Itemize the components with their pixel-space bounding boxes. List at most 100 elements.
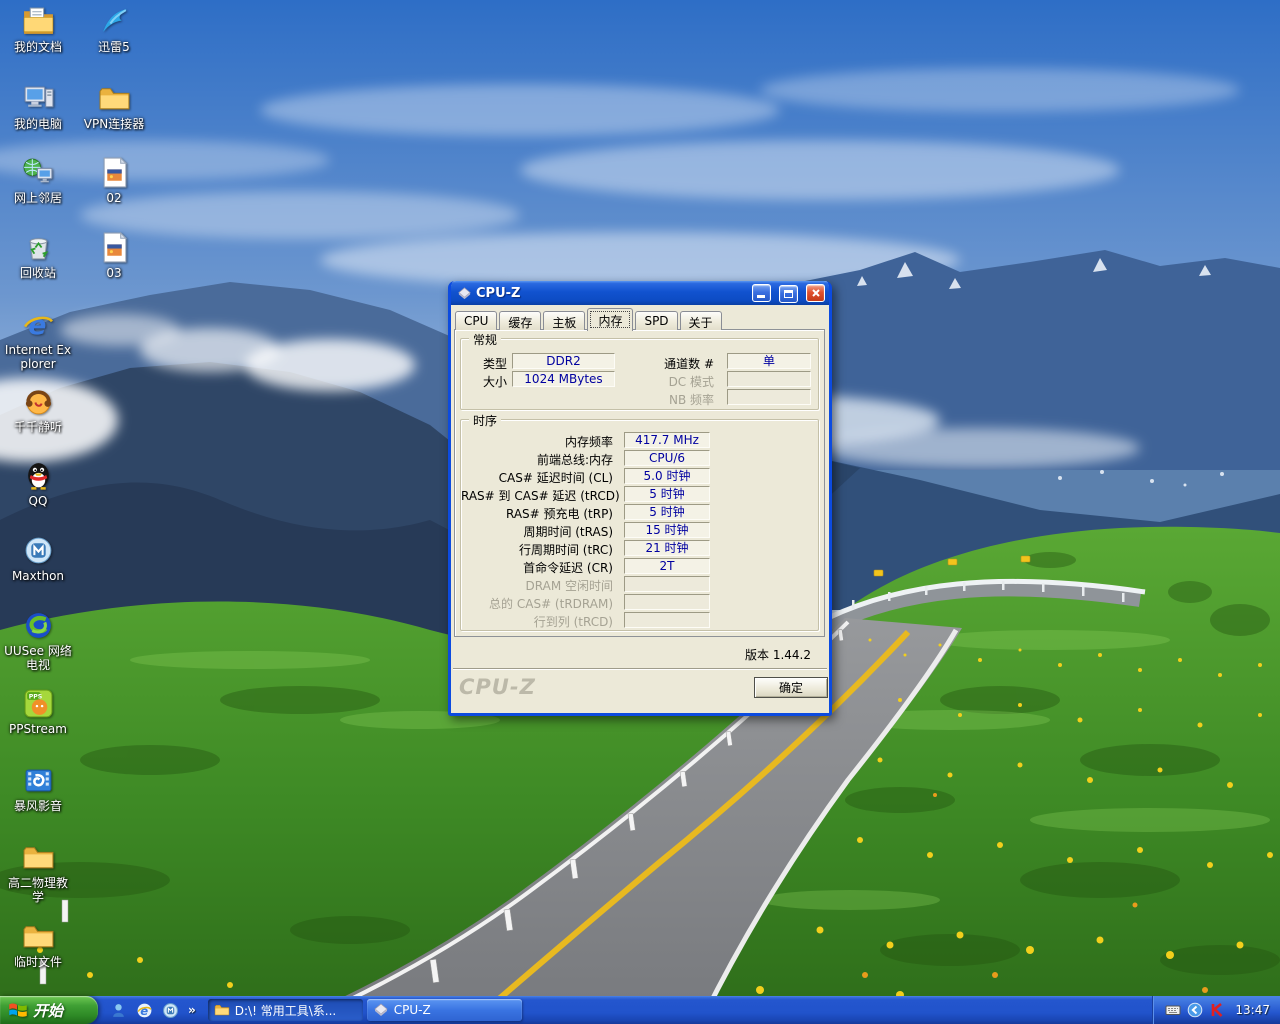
desktop-icon-vpn-folder[interactable]: VPN连接器 bbox=[79, 82, 149, 131]
tab-memory[interactable]: 内存 bbox=[587, 308, 633, 331]
storm-player-icon bbox=[22, 764, 55, 797]
input-method-keyboard-icon[interactable] bbox=[1165, 1002, 1181, 1018]
footer-divider bbox=[453, 668, 827, 670]
uusee-icon bbox=[22, 609, 55, 642]
timing-row: RAS# 预充电 (tRP)5 时钟 bbox=[461, 504, 818, 520]
ppstream-icon bbox=[22, 687, 55, 720]
desktop-icon-ppstream[interactable]: PPStream bbox=[3, 687, 73, 736]
desktop-icon-recycle-bin[interactable]: 回收站 bbox=[3, 231, 73, 280]
thunder-icon bbox=[98, 5, 131, 38]
timing-row-disabled: 总的 CAS# (tRDRAM) bbox=[461, 594, 818, 610]
desktop-icon-label: 高二物理教学 bbox=[3, 876, 73, 904]
tab-cpu[interactable]: CPU bbox=[455, 311, 497, 330]
window-title: CPU-Z bbox=[476, 286, 749, 301]
desktop-icon-image-02[interactable]: 02 bbox=[79, 156, 149, 205]
my-documents-icon bbox=[22, 5, 55, 38]
desktop-icon-label: 千千静听 bbox=[3, 420, 73, 434]
taskbar-button-label: D:\! 常用工具\系... bbox=[235, 1002, 336, 1019]
close-icon bbox=[811, 288, 821, 298]
desktop-icon-label: PPStream bbox=[3, 722, 73, 736]
desktop-icon-label: UUSee 网络电视 bbox=[3, 644, 73, 672]
desktop-icon-image-03[interactable]: 03 bbox=[79, 231, 149, 280]
cpuz-app-icon[interactable] bbox=[457, 286, 472, 301]
timing-value-field: CPU/6 bbox=[624, 450, 710, 466]
memory-tab-panel: 常规 类型 DDR2 通道数 # 单 大小 1024 MBytes DC 模式 … bbox=[454, 329, 825, 637]
title-bar[interactable]: CPU-Z bbox=[451, 281, 829, 305]
system-tray: 13:47 bbox=[1152, 996, 1280, 1024]
desktop-icon-ttplayer[interactable]: 千千静听 bbox=[3, 385, 73, 434]
timing-row: RAS# 到 CAS# 延迟 (tRCD)5 时钟 bbox=[461, 486, 818, 502]
timing-row-disabled: 行到列 (tRCD) bbox=[461, 612, 818, 628]
tab-spd[interactable]: SPD bbox=[635, 311, 677, 330]
image-file-icon bbox=[98, 156, 131, 189]
timing-row: 内存频率417.7 MHz bbox=[461, 432, 818, 448]
start-label: 开始 bbox=[33, 1000, 63, 1021]
quick-launch-more-chevron[interactable]: » bbox=[188, 1003, 196, 1017]
maxthon-icon[interactable] bbox=[162, 1002, 179, 1019]
desktop-icon-thunder[interactable]: 迅雷5 bbox=[79, 5, 149, 54]
image-file-icon bbox=[98, 231, 131, 264]
desktop-icon-label: Internet Explorer bbox=[3, 343, 73, 371]
timings-group-label: 时序 bbox=[469, 412, 501, 429]
close-button[interactable] bbox=[806, 284, 825, 302]
desktop-icon-network-places[interactable]: 网上邻居 bbox=[3, 156, 73, 205]
taskbar: 开始 » D:\! 常用工具\系... CPU-Z 13:47 bbox=[0, 996, 1280, 1024]
timing-row: 行周期时间 (tRC)21 时钟 bbox=[461, 540, 818, 556]
desktop-icon-label: 02 bbox=[79, 191, 149, 205]
folder-icon bbox=[22, 920, 55, 953]
desktop-icon-internet-explorer[interactable]: Internet Explorer bbox=[3, 308, 73, 371]
kaspersky-icon[interactable] bbox=[1209, 1002, 1225, 1018]
tab-about[interactable]: 关于 bbox=[680, 311, 722, 330]
desktop-icon-label: Maxthon bbox=[3, 569, 73, 583]
folder-icon bbox=[214, 1002, 230, 1018]
qq-icon bbox=[22, 459, 55, 492]
timing-value-field: 5.0 时钟 bbox=[624, 468, 710, 484]
desktop-icon-temp-files-folder[interactable]: 临时文件 bbox=[3, 920, 73, 969]
ok-button[interactable]: 确定 bbox=[754, 677, 828, 698]
timing-row: 周期时间 (tRAS)15 时钟 bbox=[461, 522, 818, 538]
type-label: 类型 bbox=[467, 355, 507, 372]
taskbar-button-cpuz[interactable]: CPU-Z bbox=[367, 999, 522, 1021]
general-group-label: 常规 bbox=[469, 331, 501, 348]
desktop-icon-uusee[interactable]: UUSee 网络电视 bbox=[3, 609, 73, 672]
desktop-icon-label: 迅雷5 bbox=[79, 40, 149, 54]
timing-row-disabled: DRAM 空闲时间 bbox=[461, 576, 818, 592]
desktop-icon-maxthon[interactable]: Maxthon bbox=[3, 534, 73, 583]
folder-icon bbox=[22, 841, 55, 874]
timing-value-field bbox=[624, 612, 710, 628]
nb-frequency-label: NB 频率 bbox=[629, 391, 714, 408]
internet-explorer-icon[interactable] bbox=[136, 1002, 153, 1019]
nb-frequency-field bbox=[727, 389, 811, 405]
desktop-icon-my-computer[interactable]: 我的电脑 bbox=[3, 82, 73, 131]
desktop-icon-label: 03 bbox=[79, 266, 149, 280]
cpuz-icon bbox=[373, 1002, 389, 1018]
timing-value-field: 15 时钟 bbox=[624, 522, 710, 538]
tab-mainboard[interactable]: 主板 bbox=[543, 311, 585, 330]
timing-row: CAS# 延迟时间 (CL)5.0 时钟 bbox=[461, 468, 818, 484]
timing-row: 前端总线:内存CPU/6 bbox=[461, 450, 818, 466]
start-button[interactable]: 开始 bbox=[0, 996, 98, 1024]
channels-label: 通道数 # bbox=[629, 355, 714, 372]
timing-value-field: 21 时钟 bbox=[624, 540, 710, 556]
cpuz-logo-text: CPU-Z bbox=[459, 675, 536, 699]
desktop-icon-qq[interactable]: QQ bbox=[3, 459, 73, 508]
taskbar-button-label: CPU-Z bbox=[394, 1003, 431, 1017]
maximize-button[interactable] bbox=[779, 285, 798, 303]
clock[interactable]: 13:47 bbox=[1231, 1003, 1270, 1017]
desktop-icon-label: 我的电脑 bbox=[3, 117, 73, 131]
channels-field: 单 bbox=[727, 353, 811, 369]
my-computer-icon bbox=[22, 82, 55, 115]
desktop-icon-storm-player[interactable]: 暴风影音 bbox=[3, 764, 73, 813]
taskbar-button-explorer[interactable]: D:\! 常用工具\系... bbox=[208, 999, 363, 1021]
timing-value-field: 5 时钟 bbox=[624, 486, 710, 502]
minimize-button[interactable] bbox=[752, 284, 771, 302]
desktop-icon-physics-folder[interactable]: 高二物理教学 bbox=[3, 841, 73, 904]
messenger-icon[interactable] bbox=[110, 1002, 127, 1019]
recycle-bin-icon bbox=[22, 231, 55, 264]
collapse-chevron-icon[interactable] bbox=[1187, 1002, 1203, 1018]
tab-cache[interactable]: 缓存 bbox=[499, 311, 541, 330]
desktop-icon-label: 回收站 bbox=[3, 266, 73, 280]
maxthon-icon bbox=[22, 534, 55, 567]
timing-value-field bbox=[624, 594, 710, 610]
desktop-icon-my-documents[interactable]: 我的文档 bbox=[3, 5, 73, 54]
